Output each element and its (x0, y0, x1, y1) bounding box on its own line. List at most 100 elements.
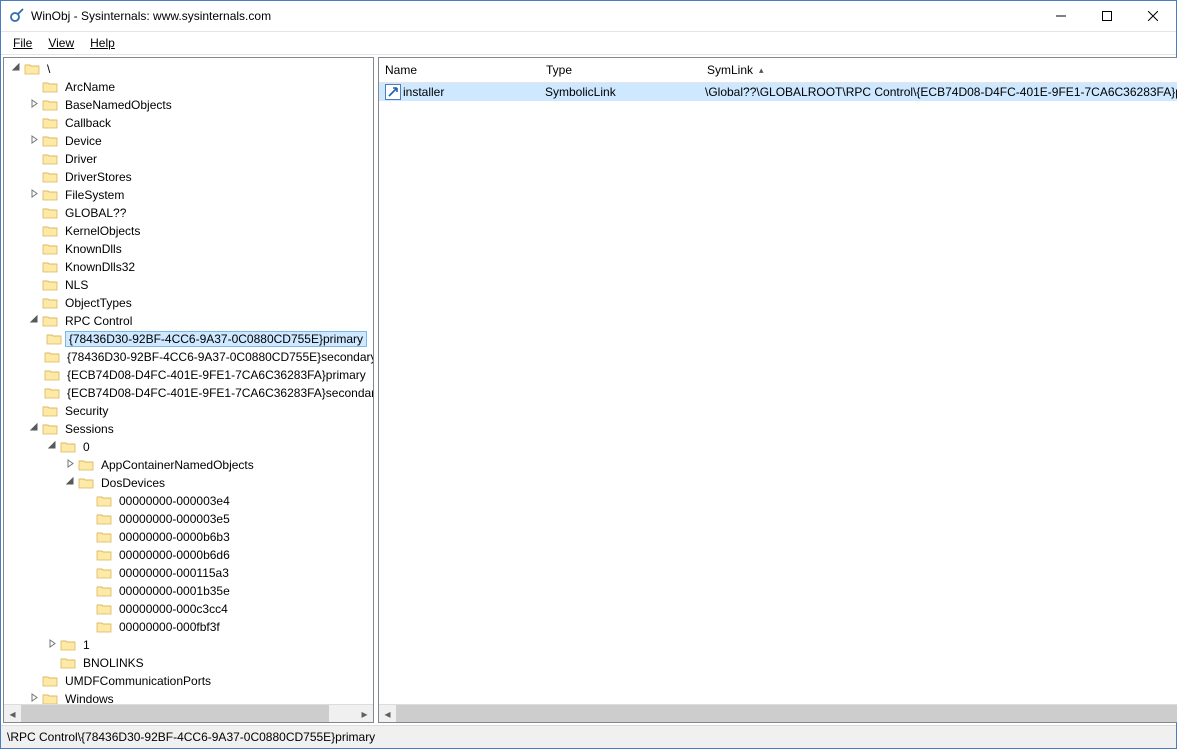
scroll-track[interactable] (21, 705, 356, 722)
folder-icon (42, 296, 58, 310)
tree-item[interactable]: DriverStores (4, 168, 373, 186)
expand-icon[interactable] (26, 693, 42, 704)
tree-item[interactable]: NLS (4, 276, 373, 294)
tree-item-label: DriverStores (61, 169, 136, 185)
cell-name-text: installer (403, 85, 444, 99)
tree-item[interactable]: 0 (4, 438, 373, 456)
tree-item[interactable]: 00000000-000003e5 (4, 510, 373, 528)
collapse-icon[interactable] (26, 315, 42, 327)
list-hscrollbar[interactable]: ◂ ▸ (379, 704, 1177, 722)
tree-item[interactable]: Sessions (4, 420, 373, 438)
tree-item-label: NLS (61, 277, 92, 293)
tree-item[interactable]: GLOBAL?? (4, 204, 373, 222)
list-body[interactable]: installerSymbolicLink\Global??\GLOBALROO… (379, 83, 1177, 704)
menu-help[interactable]: Help (82, 34, 123, 52)
expand-icon[interactable] (26, 135, 42, 147)
folder-icon (42, 80, 58, 94)
tree-item-label: 00000000-0001b35e (115, 583, 234, 599)
tree-item-label: 00000000-000c3cc4 (115, 601, 232, 617)
folder-icon (42, 314, 58, 328)
tree-item[interactable]: RPC Control (4, 312, 373, 330)
tree-item[interactable]: 00000000-000c3cc4 (4, 600, 373, 618)
menubar: File View Help (1, 32, 1176, 55)
folder-icon (96, 602, 112, 616)
app-window: WinObj - Sysinternals: www.sysinternals.… (0, 0, 1177, 749)
tree-item-label: ArcName (61, 79, 119, 95)
folder-icon (42, 134, 58, 148)
tree-item[interactable]: 00000000-0001b35e (4, 582, 373, 600)
tree-item-label: Sessions (61, 421, 118, 437)
tree-item[interactable]: AppContainerNamedObjects (4, 456, 373, 474)
expand-icon[interactable] (26, 99, 42, 111)
tree-item[interactable]: 00000000-0000b6d6 (4, 546, 373, 564)
tree-item[interactable]: 1 (4, 636, 373, 654)
tree-item[interactable]: 00000000-000003e4 (4, 492, 373, 510)
menu-file[interactable]: File (5, 34, 40, 52)
tree-item[interactable]: Callback (4, 114, 373, 132)
maximize-button[interactable] (1084, 1, 1130, 31)
tree-item[interactable]: ObjectTypes (4, 294, 373, 312)
list-row[interactable]: installerSymbolicLink\Global??\GLOBALROO… (379, 83, 1177, 101)
tree-item[interactable]: {78436D30-92BF-4CC6-9A37-0C0880CD755E}se… (4, 348, 373, 366)
scroll-left-icon[interactable]: ◂ (4, 705, 21, 722)
column-name[interactable]: Name (379, 58, 540, 82)
folder-icon (96, 548, 112, 562)
collapse-icon[interactable] (26, 423, 42, 435)
folder-icon (42, 260, 58, 274)
scroll-right-icon[interactable]: ▸ (356, 705, 373, 722)
scroll-left-icon[interactable]: ◂ (379, 705, 396, 722)
tree-body[interactable]: \ArcNameBaseNamedObjectsCallbackDeviceDr… (4, 58, 373, 704)
folder-icon (96, 512, 112, 526)
column-symlink[interactable]: SymLink▴ (701, 58, 1177, 82)
tree-item[interactable]: BNOLINKS (4, 654, 373, 672)
tree-item[interactable]: \ (4, 60, 373, 78)
tree-hscrollbar[interactable]: ◂ ▸ (4, 704, 373, 722)
folder-icon (42, 170, 58, 184)
tree-item[interactable]: Windows (4, 690, 373, 704)
tree-item[interactable]: 00000000-000fbf3f (4, 618, 373, 636)
tree-item[interactable]: BaseNamedObjects (4, 96, 373, 114)
cell-name: installer (379, 84, 539, 100)
scroll-thumb[interactable] (396, 705, 1177, 722)
tree-item[interactable]: FileSystem (4, 186, 373, 204)
tree-item-label: 00000000-000115a3 (115, 565, 233, 581)
expand-icon[interactable] (62, 459, 78, 471)
tree-item[interactable]: Device (4, 132, 373, 150)
folder-icon (42, 116, 58, 130)
close-button[interactable] (1130, 1, 1176, 31)
tree-item-label: Callback (61, 115, 115, 131)
tree-item[interactable]: 00000000-000115a3 (4, 564, 373, 582)
collapse-icon[interactable] (44, 441, 60, 453)
menu-view-label: View (48, 36, 74, 50)
column-type[interactable]: Type (540, 58, 701, 82)
content-area: \ArcNameBaseNamedObjectsCallbackDeviceDr… (1, 55, 1176, 725)
tree-item[interactable]: 00000000-0000b6b3 (4, 528, 373, 546)
tree-item-label: 00000000-000003e5 (115, 511, 234, 527)
collapse-icon[interactable] (62, 477, 78, 489)
folder-icon (42, 152, 58, 166)
expand-icon[interactable] (44, 639, 60, 651)
tree-item-label: 00000000-000003e4 (115, 493, 234, 509)
folder-icon (46, 332, 62, 346)
scroll-thumb[interactable] (21, 705, 329, 722)
tree-item[interactable]: DosDevices (4, 474, 373, 492)
tree-item[interactable]: Driver (4, 150, 373, 168)
tree-item[interactable]: KernelObjects (4, 222, 373, 240)
scroll-track[interactable] (396, 705, 1177, 722)
folder-icon (96, 494, 112, 508)
minimize-button[interactable] (1038, 1, 1084, 31)
expand-icon[interactable] (26, 189, 42, 201)
tree-item-label: GLOBAL?? (61, 205, 130, 221)
tree-item[interactable]: Security (4, 402, 373, 420)
tree-item[interactable]: UMDFCommunicationPorts (4, 672, 373, 690)
folder-icon (42, 404, 58, 418)
tree-item[interactable]: {ECB74D08-D4FC-401E-9FE1-7CA6C36283FA}pr… (4, 366, 373, 384)
tree-item[interactable]: {ECB74D08-D4FC-401E-9FE1-7CA6C36283FA}se… (4, 384, 373, 402)
menu-view[interactable]: View (40, 34, 82, 52)
tree-item[interactable]: {78436D30-92BF-4CC6-9A37-0C0880CD755E}pr… (4, 330, 373, 348)
tree-item[interactable]: KnownDlls (4, 240, 373, 258)
column-type-label: Type (546, 63, 572, 77)
collapse-icon[interactable] (8, 63, 24, 75)
tree-item[interactable]: KnownDlls32 (4, 258, 373, 276)
tree-item[interactable]: ArcName (4, 78, 373, 96)
